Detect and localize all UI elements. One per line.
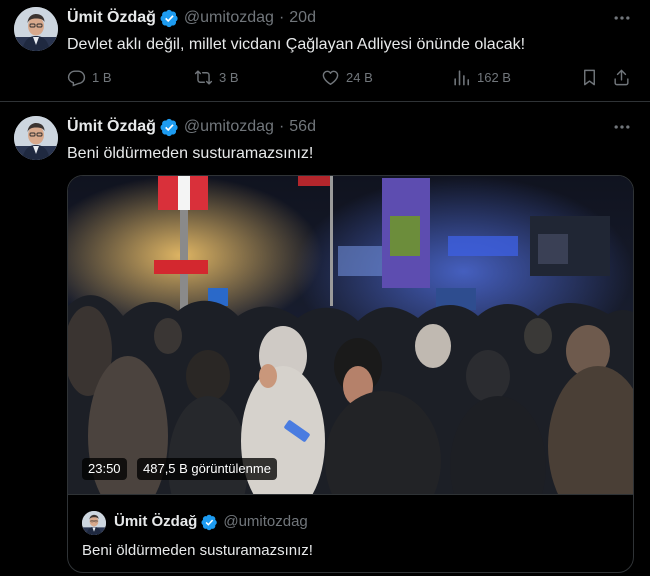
tweet-timestamp[interactable]: 20d [289,8,316,28]
tweet-text: Devlet aklı değil, millet vicdanı Çağlay… [67,36,526,53]
video-views-badge: 487,5 B görüntülenme [137,458,277,480]
media-card[interactable]: 23:50 487,5 B görüntülenme Ümit Özdağ @u… [67,175,634,573]
verified-badge-icon [201,514,218,531]
avatar-image [14,116,58,160]
tweet-timestamp[interactable]: 56d [289,117,316,137]
separator-dot: · [278,118,285,135]
author-handle[interactable]: @umitozdag [184,8,274,28]
bookmark-icon [584,69,595,85]
more-icon[interactable] [612,8,632,28]
more-icon[interactable] [612,117,632,137]
reply-button[interactable]: 1 B [67,66,112,88]
video-player[interactable] [68,176,633,494]
views-icon [454,69,470,85]
tweet[interactable]: Ümit Özdağ @umitozdag · 56d Beni öldürme… [0,103,650,576]
share-button[interactable] [612,66,631,88]
tweet-header: Ümit Özdağ @umitozdag · 20d [67,8,316,28]
quoted-avatar-image [82,511,106,535]
like-count: 24 B [346,69,373,85]
quoted-text: Beni öldürmeden susturamazsınız! [82,542,313,559]
quoted-header: Ümit Özdağ @umitozdag [114,512,308,532]
reply-count: 1 B [92,69,112,85]
tweet[interactable]: Ümit Özdağ @umitozdag · 20d Devlet aklı … [0,0,650,102]
tweet-text: Beni öldürmeden susturamazsınız! [67,145,314,162]
video-duration-badge: 23:50 [82,458,127,480]
bookmark-button[interactable] [580,66,599,88]
reply-icon [67,69,86,86]
quoted-tweet[interactable]: Ümit Özdağ @umitozdag Beni öldürmeden su… [68,494,633,572]
quoted-author-name: Ümit Özdağ [114,513,198,530]
share-icon [614,69,629,85]
views-button[interactable]: 162 B [452,66,511,88]
like-button[interactable]: 24 B [321,66,373,88]
views-count: 162 B [477,69,511,85]
verified-badge-icon[interactable] [160,9,179,28]
like-icon [322,70,339,85]
tweet-actions: 1 B 3 B 24 B 162 B [67,66,637,88]
quoted-author-handle: @umitozdag [223,513,308,530]
author-handle[interactable]: @umitozdag [184,117,274,137]
avatar[interactable] [14,7,58,51]
avatar-image [14,7,58,51]
author-name[interactable]: Ümit Özdağ [67,8,156,28]
retweet-icon [194,69,213,85]
retweet-count: 3 B [219,69,239,85]
quoted-avatar[interactable] [82,511,106,535]
separator-dot: · [278,9,285,26]
tweet-header: Ümit Özdağ @umitozdag · 56d [67,117,316,137]
video-thumbnail [68,176,633,494]
avatar[interactable] [14,116,58,160]
retweet-button[interactable]: 3 B [194,66,239,88]
verified-badge-icon[interactable] [160,118,179,137]
author-name[interactable]: Ümit Özdağ [67,117,156,137]
